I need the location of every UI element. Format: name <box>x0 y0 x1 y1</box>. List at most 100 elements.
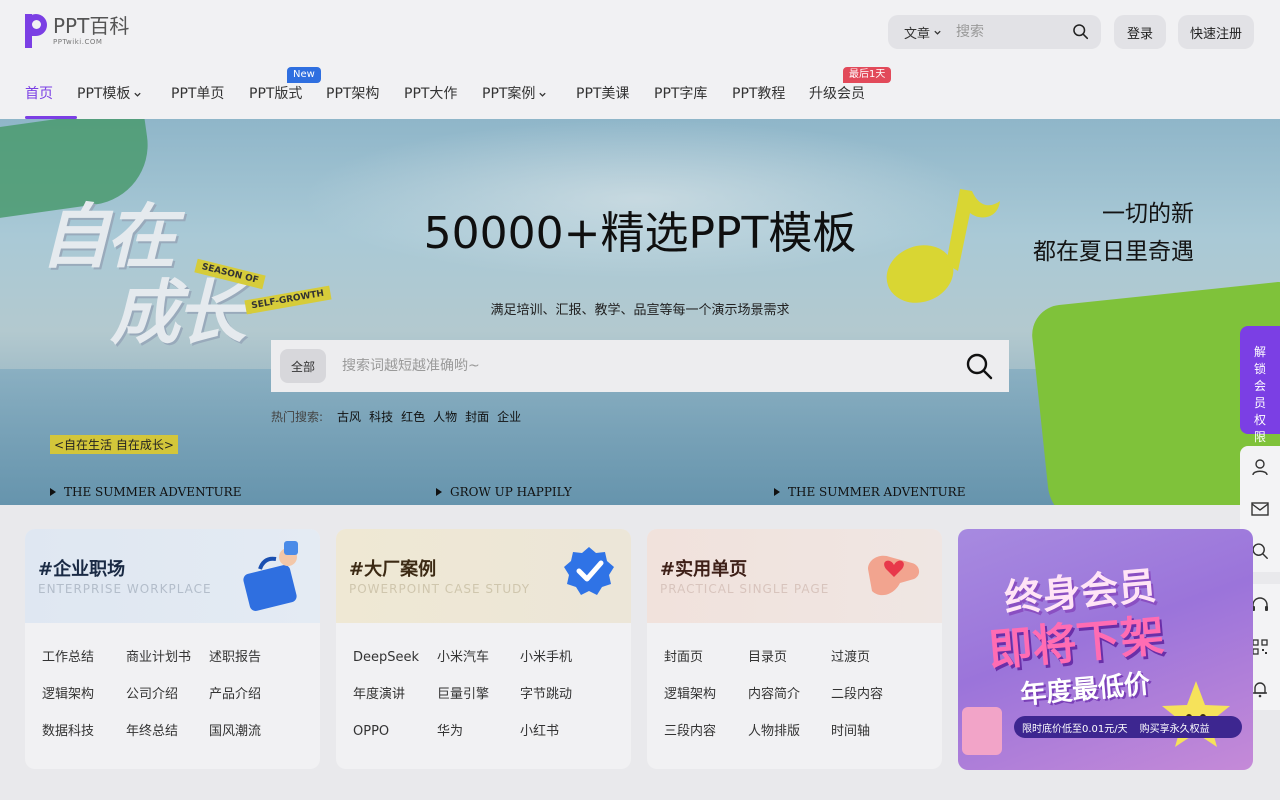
category-link[interactable]: 人物排版 <box>748 723 831 741</box>
category-link[interactable]: 述职报告 <box>209 649 292 667</box>
category-link[interactable]: 时间轴 <box>831 723 914 741</box>
briefcase-icon <box>243 541 298 611</box>
hero-bottom-label: THE SUMMER ADVENTURE <box>64 485 242 499</box>
promo-price-bar: 限时底价低至0.01元/天 购买享永久权益 <box>1014 716 1242 738</box>
qr-code-icon <box>1252 639 1268 655</box>
category-link[interactable]: 工作总结 <box>42 649 126 667</box>
nav-item-ppt-courses[interactable]: PPT美课 <box>576 70 654 119</box>
category-link[interactable]: DeepSeek <box>353 649 437 667</box>
category-card-single-page: #实用单页 PRACTICAL SINGLE PAGE 封面页 目录页 过渡页 … <box>647 529 942 769</box>
verified-badge-icon <box>564 547 614 595</box>
nav-item-ppt-single[interactable]: PPT单页 <box>171 70 249 119</box>
category-link[interactable]: 内容简介 <box>748 686 831 704</box>
message-button[interactable] <box>1240 488 1280 530</box>
hero-bottom-text: GROW UP HAPPILY <box>436 485 572 499</box>
card-links: 封面页 目录页 过渡页 逻辑架构 内容简介 二段内容 三段内容 人物排版 时间轴 <box>664 649 914 741</box>
category-link[interactable]: 过渡页 <box>831 649 914 667</box>
category-link[interactable]: 巨量引擎 <box>437 686 520 704</box>
hero-bottom-text: THE SUMMER ADVENTURE <box>774 485 965 499</box>
search-category-select[interactable]: 文章 <box>904 23 942 42</box>
category-link[interactable]: 产品介绍 <box>209 686 292 704</box>
logo-title: PPT百科 <box>53 14 130 38</box>
user-button[interactable] <box>1240 446 1280 488</box>
category-link[interactable]: 年度演讲 <box>353 686 437 704</box>
category-link[interactable]: 逻辑架构 <box>664 686 748 704</box>
card-title: #大厂案例 <box>349 559 437 580</box>
mail-icon <box>1251 502 1269 516</box>
hero-bottom-strip: THE SUMMER ADVENTURE GROW UP HAPPILY THE… <box>0 481 1280 505</box>
last-day-badge: 最后1天 <box>843 67 892 83</box>
nav-label: PPT模板 <box>77 86 131 102</box>
hero-subtitle: 满足培训、汇报、教学、品宣等每一个演示场景需求 <box>490 303 790 318</box>
gift-box-icon <box>962 707 1002 755</box>
hero-search-category[interactable]: 全部 <box>280 349 326 383</box>
star-mascot-icon <box>1162 681 1230 747</box>
category-card-workplace: #企业职场 ENTERPRISE WORKPLACE 工作总结 商业计划书 述职… <box>25 529 320 769</box>
chevron-down-icon <box>134 92 142 97</box>
nav-item-ppt-masterpiece[interactable]: PPT大作 <box>404 70 482 119</box>
hero-title: 50000+精选PPT模板 <box>423 208 857 259</box>
category-link[interactable]: 商业计划书 <box>126 649 209 667</box>
nav-item-home[interactable]: 首页 <box>25 70 77 119</box>
category-link[interactable]: 国风潮流 <box>209 723 292 741</box>
user-icon <box>1252 459 1268 476</box>
category-link[interactable]: 字节跳动 <box>520 686 603 704</box>
category-link[interactable]: 目录页 <box>748 649 831 667</box>
hero-bottom-label: GROW UP HAPPILY <box>450 485 572 499</box>
category-link[interactable]: 封面页 <box>664 649 748 667</box>
hero-tagline: <自在生活 自在成长> <box>50 435 178 454</box>
hot-search-tag[interactable]: 企业 <box>497 408 521 425</box>
site-logo[interactable]: PPT百科 PPTwiki.COM <box>25 14 129 48</box>
category-link[interactable]: 小米汽车 <box>437 649 520 667</box>
header-search: 文章 <box>888 15 1101 49</box>
card-header[interactable]: #实用单页 PRACTICAL SINGLE PAGE <box>647 529 942 623</box>
search-icon[interactable] <box>1072 23 1089 40</box>
nav-item-upgrade-vip[interactable]: 升级会员 最后1天 <box>809 67 892 119</box>
card-header[interactable]: #大厂案例 POWERPOINT CASE STUDY <box>336 529 631 623</box>
nav-item-ppt-templates[interactable]: PPT模板 <box>77 70 171 119</box>
hot-search-tag[interactable]: 科技 <box>369 408 393 425</box>
hot-search-tag[interactable]: 封面 <box>465 408 489 425</box>
nav-item-ppt-tutorials[interactable]: PPT教程 <box>732 70 809 119</box>
card-subtitle: ENTERPRISE WORKPLACE <box>38 582 212 596</box>
nav-item-ppt-cases[interactable]: PPT案例 <box>482 70 576 119</box>
category-link[interactable]: 小红书 <box>520 723 603 741</box>
category-link[interactable]: 华为 <box>437 723 520 741</box>
site-header: PPT百科 PPTwiki.COM 文章 登录 快速注册 首页 PPT模板 PP… <box>0 0 1280 119</box>
card-links: 工作总结 商业计划书 述职报告 逻辑架构 公司介绍 产品介绍 数据科技 年终总结… <box>42 649 292 741</box>
category-link[interactable]: 公司介绍 <box>126 686 209 704</box>
hot-searches: 热门搜索: 古风 科技 红色 人物 封面 企业 <box>271 408 521 425</box>
category-link[interactable]: 数据科技 <box>42 723 126 741</box>
hero-bottom-text: THE SUMMER ADVENTURE <box>50 485 241 499</box>
nav-label: 首页 <box>25 86 53 102</box>
category-link[interactable]: 小米手机 <box>520 649 603 667</box>
chevron-down-icon <box>934 30 941 35</box>
card-header[interactable]: #企业职场 ENTERPRISE WORKPLACE <box>25 529 320 623</box>
hero-banner: 自在 成长 SEASON OF SELF-GROWTH <自在生活 自在成长> … <box>0 119 1280 505</box>
category-card-cases: #大厂案例 POWERPOINT CASE STUDY DeepSeek 小米汽… <box>336 529 631 769</box>
category-link[interactable]: 三段内容 <box>664 723 748 741</box>
unlock-vip-button[interactable]: 解锁会员权限 <box>1240 326 1280 444</box>
hot-search-tag[interactable]: 古风 <box>337 408 361 425</box>
hot-search-tag[interactable]: 红色 <box>401 408 425 425</box>
headset-icon <box>1252 597 1268 611</box>
category-link[interactable]: 逻辑架构 <box>42 686 126 704</box>
search-icon[interactable] <box>965 352 993 380</box>
hot-search-tag[interactable]: 人物 <box>433 408 457 425</box>
category-link[interactable]: 年终总结 <box>126 723 209 741</box>
login-button[interactable]: 登录 <box>1114 15 1166 49</box>
nav-item-ppt-architecture[interactable]: PPT架构 <box>326 70 404 119</box>
nav-item-ppt-layout[interactable]: PPT版式 New <box>249 67 326 119</box>
hand-heart-icon <box>868 555 920 596</box>
register-button[interactable]: 快速注册 <box>1178 15 1254 49</box>
hero-search-input[interactable] <box>342 358 902 374</box>
card-title: #实用单页 <box>660 559 748 580</box>
card-subtitle: PRACTICAL SINGLE PAGE <box>660 582 830 596</box>
nav-label: PPT案例 <box>482 86 536 102</box>
nav-item-ppt-fonts[interactable]: PPT字库 <box>654 70 732 119</box>
category-link[interactable]: OPPO <box>353 723 437 741</box>
header-search-input[interactable] <box>956 24 1067 40</box>
unlock-vip-label: 解锁会员权限 <box>1253 345 1266 444</box>
category-link[interactable]: 二段内容 <box>831 686 914 704</box>
lifetime-vip-promo[interactable]: 终身会员 即将下架 年度最低价 限时底价低至0.01元/天 购买享永久权益 <box>958 529 1253 770</box>
